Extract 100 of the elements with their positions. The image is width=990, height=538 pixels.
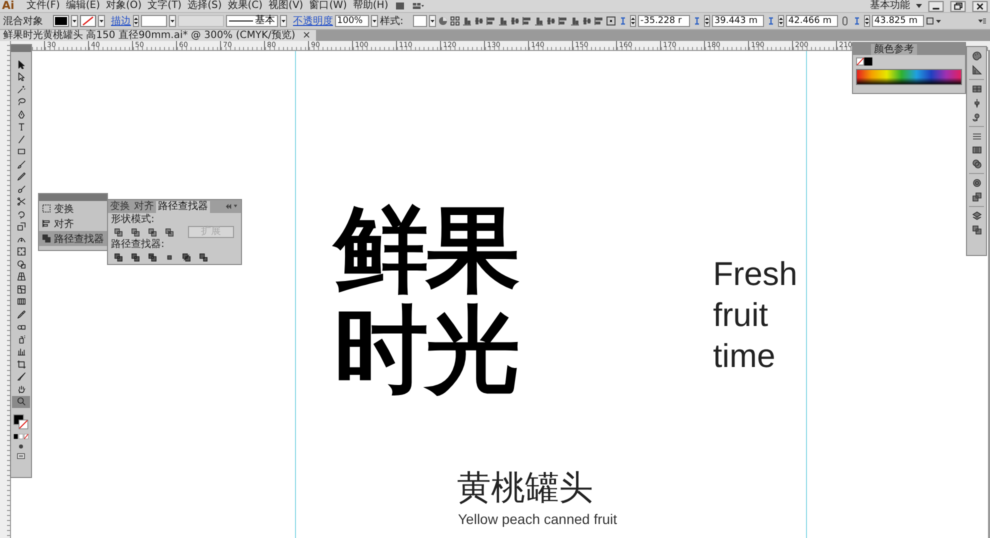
stroke-link[interactable]: 描边 (111, 14, 131, 28)
stroke-line-icon (229, 19, 253, 23)
align-icon[interactable] (522, 16, 532, 26)
y-field[interactable]: 39.443 m (712, 15, 764, 27)
overlapping-squares-icon[interactable] (182, 252, 191, 262)
color-wheel-icon[interactable] (438, 16, 448, 26)
menu-item[interactable]: 选择(S) (188, 0, 222, 12)
logo-lettering: 鲜果 (334, 201, 518, 301)
menu-item[interactable]: 效果(C) (228, 0, 263, 12)
align-icon[interactable] (510, 16, 520, 26)
color-spectrum[interactable] (856, 69, 962, 85)
panel-dock-item[interactable]: 路径查找器 (39, 231, 107, 246)
panel-tab[interactable]: 对齐 (132, 201, 156, 213)
stroke-weight-field[interactable] (141, 15, 167, 27)
wand-icon (16, 84, 26, 94)
opacity-link[interactable]: 不透明度 (293, 14, 333, 28)
graphic-styles-icon[interactable] (972, 192, 982, 202)
width-field[interactable]: 42.466 m (786, 15, 838, 27)
bar-graph-icon (16, 347, 26, 356)
grid-icon[interactable] (450, 16, 460, 26)
tool-button[interactable] (12, 396, 30, 408)
menu-item[interactable]: 视图(V) (268, 0, 304, 12)
caret-icon[interactable] (916, 4, 922, 8)
arrow-pointer-icon (16, 60, 26, 69)
caret-icon[interactable] (169, 15, 176, 27)
overlapping-squares-icon[interactable] (165, 228, 174, 236)
height-field[interactable]: 43.825 m (872, 15, 924, 27)
color-palette-icon[interactable] (972, 51, 982, 61)
overlapping-squares-icon[interactable] (148, 252, 157, 262)
gradient-icon (16, 297, 26, 306)
close-icon[interactable] (972, 0, 988, 12)
align-icon[interactable] (486, 16, 496, 26)
caret-icon[interactable] (71, 15, 78, 27)
minimize-icon[interactable] (928, 0, 944, 12)
spin-button[interactable] (133, 15, 139, 27)
align-icon[interactable] (558, 16, 568, 26)
panel-tab[interactable]: 颜色参考 (871, 44, 917, 55)
scissors-icon (16, 197, 26, 206)
overlapping-squares-icon[interactable] (165, 252, 174, 262)
align-icon[interactable] (534, 16, 544, 26)
overlapping-squares-icon[interactable] (114, 252, 123, 262)
overlapping-squares-icon[interactable] (199, 252, 208, 262)
transparency-icon[interactable] (972, 159, 982, 169)
menu-item[interactable]: 帮助(H) (352, 0, 388, 12)
stroke-style-dropdown[interactable]: 基本 (226, 15, 278, 27)
title-text: fruit (713, 295, 770, 335)
overlapping-squares-icon[interactable] (148, 228, 157, 236)
panel-dock-item[interactable]: 对齐 (39, 216, 107, 231)
fill-stroke-swatches-icon[interactable] (13, 414, 29, 430)
overlapping-squares-icon[interactable] (131, 252, 140, 262)
panel-menu-icon[interactable] (225, 203, 239, 210)
caret-icon[interactable] (429, 15, 436, 27)
workspace-switcher[interactable]: 基本功能 (870, 0, 910, 12)
stroke-lines-icon[interactable] (972, 131, 982, 141)
document-tab[interactable]: 鲜果时光黄桃罐头 高150 直径90mm.ai* @ 300% (CMYK/预览) (0, 30, 300, 41)
overlapping-squares-icon[interactable] (114, 228, 123, 236)
align-icon[interactable] (582, 16, 592, 26)
panel-dock-item[interactable]: 变换 (39, 201, 107, 216)
gradient-icon[interactable] (972, 145, 982, 155)
spin-button[interactable] (864, 15, 870, 27)
align-icon[interactable] (462, 16, 472, 26)
caret-icon[interactable] (98, 15, 105, 27)
opacity-field[interactable]: 100% (335, 15, 369, 27)
panel-menu-icon[interactable] (977, 16, 987, 26)
transform-menu-icon[interactable] (926, 16, 942, 26)
menu-item[interactable]: 编辑(E) (66, 0, 100, 12)
panel-tab[interactable]: 路径查找器 (156, 201, 210, 213)
eyedropper-icon (16, 310, 26, 319)
color-mode-icon[interactable] (13, 433, 29, 440)
transform-box-icon (42, 204, 51, 213)
swatches-icon[interactable] (972, 84, 982, 94)
reference-point-icon[interactable] (606, 16, 616, 26)
caret-icon[interactable] (371, 15, 378, 27)
align-icon[interactable] (594, 16, 604, 26)
align-icon[interactable] (546, 16, 556, 26)
caret-icon[interactable] (280, 15, 287, 27)
fill-swatch[interactable] (53, 15, 69, 27)
menu-item[interactable]: 对象(O) (106, 0, 142, 12)
arrange-documents-icon[interactable] (412, 1, 424, 11)
align-icon[interactable] (474, 16, 484, 26)
overlapping-squares-icon (42, 234, 51, 243)
appearance-icon[interactable] (972, 178, 982, 188)
x-field[interactable]: -35.228 r (638, 15, 690, 27)
graphic-style-swatch[interactable] (413, 15, 428, 27)
spin-button[interactable] (630, 15, 636, 27)
align-icon[interactable] (570, 16, 580, 26)
panel-tab[interactable]: 变换 (108, 201, 132, 213)
hollow-arrow-pointer-icon (16, 72, 26, 82)
stroke-swatch[interactable] (80, 15, 96, 27)
align-icon[interactable] (498, 16, 508, 26)
artboards-icon[interactable] (972, 225, 982, 235)
type-tool-icon (16, 122, 26, 132)
layers-icon[interactable] (972, 211, 982, 221)
spin-button[interactable] (704, 15, 710, 27)
overlapping-squares-icon[interactable] (131, 228, 140, 236)
gradient-triangle-icon[interactable] (972, 65, 982, 75)
restore-icon[interactable] (950, 0, 966, 12)
spin-button[interactable] (778, 15, 784, 27)
bridge-icon[interactable] (394, 1, 406, 11)
close-tab-button[interactable]: × (299, 30, 316, 41)
